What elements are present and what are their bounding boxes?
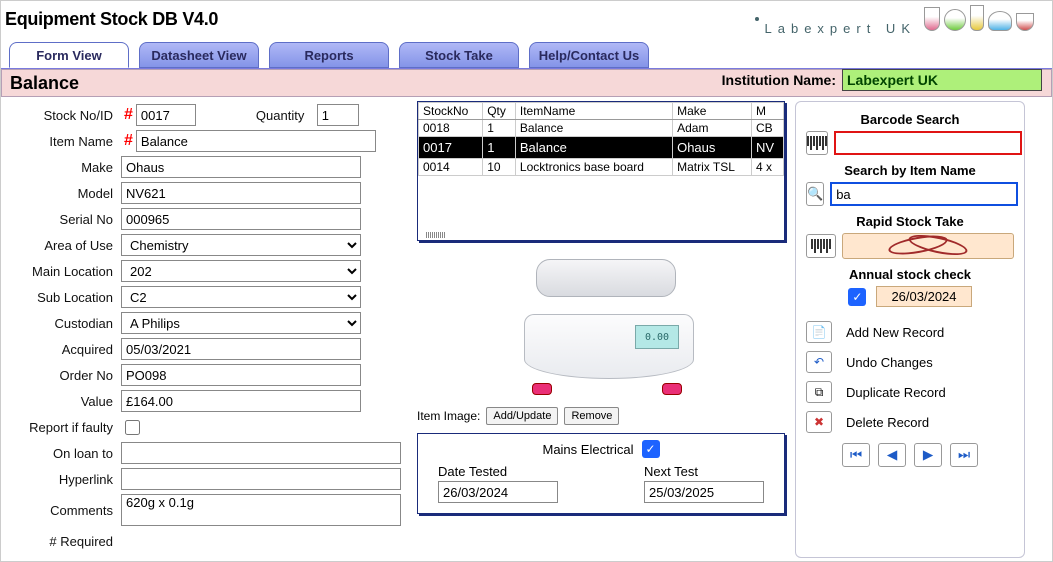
date-tested-label: Date Tested bbox=[438, 464, 507, 479]
comments-label: Comments bbox=[9, 503, 113, 518]
remove-image-button[interactable]: Remove bbox=[564, 407, 619, 425]
undo-changes-button[interactable]: ↶Undo Changes bbox=[806, 347, 1014, 377]
institution-name: Labexpert UK bbox=[842, 69, 1042, 91]
stockno-label: Stock No/ID bbox=[9, 108, 113, 123]
mainloc-label: Main Location bbox=[9, 264, 113, 279]
mains-electrical-label: Mains Electrical bbox=[542, 442, 633, 457]
subloc-select[interactable]: C2 bbox=[121, 286, 361, 308]
acquired-field[interactable] bbox=[121, 338, 361, 360]
custodian-select[interactable]: A Philips bbox=[121, 312, 361, 334]
tab-help[interactable]: Help/Contact Us bbox=[529, 42, 649, 68]
table-row[interactable]: 001410Locktronics base boardMatrix TSL4 … bbox=[419, 159, 784, 176]
electrical-box: Mains Electrical ✓ Date Tested Next Test bbox=[417, 433, 785, 514]
tab-bar: Form View Datasheet View Reports Stock T… bbox=[1, 37, 1052, 69]
barcode-search-heading: Barcode Search bbox=[806, 112, 1014, 127]
tab-datasheet-view[interactable]: Datasheet View bbox=[139, 42, 259, 68]
mains-electrical-checkbox[interactable]: ✓ bbox=[642, 440, 660, 458]
duplicate-record-button[interactable]: ⧉Duplicate Record bbox=[806, 377, 1014, 407]
report-checkbox[interactable] bbox=[125, 420, 140, 435]
rapid-stock-heading: Rapid Stock Take bbox=[806, 214, 1014, 229]
institution-label: Institution Name: bbox=[722, 72, 836, 88]
rapid-stock-button[interactable] bbox=[842, 233, 1014, 259]
orderno-field[interactable] bbox=[121, 364, 361, 386]
required-hash: # bbox=[124, 106, 133, 124]
search-icon[interactable]: 🔍 bbox=[806, 182, 824, 206]
value-field[interactable] bbox=[121, 390, 361, 412]
grid-header-row: StockNoQtyItemNameMakeM bbox=[419, 103, 784, 120]
acquired-label: Acquired bbox=[9, 342, 113, 357]
nav-last-button[interactable]: ⏭ bbox=[950, 443, 978, 467]
qty-label: Quantity bbox=[256, 108, 304, 123]
onloan-label: On loan to bbox=[9, 446, 113, 461]
nav-prev-button[interactable]: ◀ bbox=[878, 443, 906, 467]
subloc-label: Sub Location bbox=[9, 290, 113, 305]
logo: Labexpert UK bbox=[755, 3, 1043, 36]
item-image-label: Item Image: bbox=[417, 409, 480, 423]
add-record-button[interactable]: 📄Add New Record bbox=[806, 317, 1014, 347]
value-label: Value bbox=[9, 394, 113, 409]
item-image: 0.00 bbox=[516, 249, 686, 399]
balance-lcd: 0.00 bbox=[635, 325, 679, 349]
mainloc-select[interactable]: 202 bbox=[121, 260, 361, 282]
required-note: # Required bbox=[9, 534, 113, 549]
itemname-label: Item Name bbox=[9, 134, 113, 149]
area-select[interactable]: Chemistry bbox=[121, 234, 361, 256]
qty-field[interactable] bbox=[317, 104, 359, 126]
hyperlink-field[interactable] bbox=[121, 468, 401, 490]
item-search-input[interactable] bbox=[830, 182, 1018, 206]
next-test-field[interactable] bbox=[644, 481, 764, 503]
stockno-field[interactable] bbox=[136, 104, 196, 126]
barcode-icon bbox=[806, 234, 836, 258]
annual-check-date: 26/03/2024 bbox=[876, 286, 971, 307]
table-row[interactable]: 00171BalanceOhausNV bbox=[419, 137, 784, 159]
onloan-field[interactable] bbox=[121, 442, 401, 464]
custodian-label: Custodian bbox=[9, 316, 113, 331]
app-title: Equipment Stock DB V4.0 bbox=[5, 9, 218, 30]
next-test-label: Next Test bbox=[644, 464, 698, 479]
serial-label: Serial No bbox=[9, 212, 113, 227]
annual-check-checkbox[interactable]: ✓ bbox=[848, 288, 866, 306]
add-image-button[interactable]: Add/Update bbox=[486, 407, 558, 425]
annual-check-heading: Annual stock check bbox=[806, 267, 1014, 282]
model-label: Model bbox=[9, 186, 113, 201]
required-hash: # bbox=[124, 132, 133, 150]
stock-grid[interactable]: StockNoQtyItemNameMakeM 00181BalanceAdam… bbox=[417, 101, 785, 241]
report-label: Report if faulty bbox=[9, 420, 113, 435]
duplicate-icon: ⧉ bbox=[806, 381, 832, 403]
barcode-icon bbox=[806, 131, 828, 155]
table-row[interactable]: 00181BalanceAdamCB bbox=[419, 120, 784, 137]
orderno-label: Order No bbox=[9, 368, 113, 383]
grid-resize-grip[interactable] bbox=[426, 232, 446, 238]
nav-first-button[interactable]: ⏮ bbox=[842, 443, 870, 467]
nav-next-button[interactable]: ▶ bbox=[914, 443, 942, 467]
hyperlink-label: Hyperlink bbox=[9, 472, 113, 487]
tab-reports[interactable]: Reports bbox=[269, 42, 389, 68]
item-search-heading: Search by Item Name bbox=[806, 163, 1014, 178]
tab-stock-take[interactable]: Stock Take bbox=[399, 42, 519, 68]
barcode-search-input[interactable] bbox=[834, 131, 1022, 155]
delete-record-button[interactable]: ✖Delete Record bbox=[806, 407, 1014, 437]
model-field[interactable] bbox=[121, 182, 361, 204]
record-title: Balance bbox=[10, 73, 79, 94]
delete-icon: ✖ bbox=[806, 411, 832, 433]
serial-field[interactable] bbox=[121, 208, 361, 230]
make-label: Make bbox=[9, 160, 113, 175]
area-label: Area of Use bbox=[9, 238, 113, 253]
itemname-field[interactable] bbox=[136, 130, 376, 152]
undo-icon: ↶ bbox=[806, 351, 832, 373]
date-tested-field[interactable] bbox=[438, 481, 558, 503]
add-record-icon: 📄 bbox=[806, 321, 832, 343]
comments-field[interactable]: 620g x 0.1g bbox=[121, 494, 401, 526]
tab-form-view[interactable]: Form View bbox=[9, 42, 129, 68]
make-field[interactable] bbox=[121, 156, 361, 178]
